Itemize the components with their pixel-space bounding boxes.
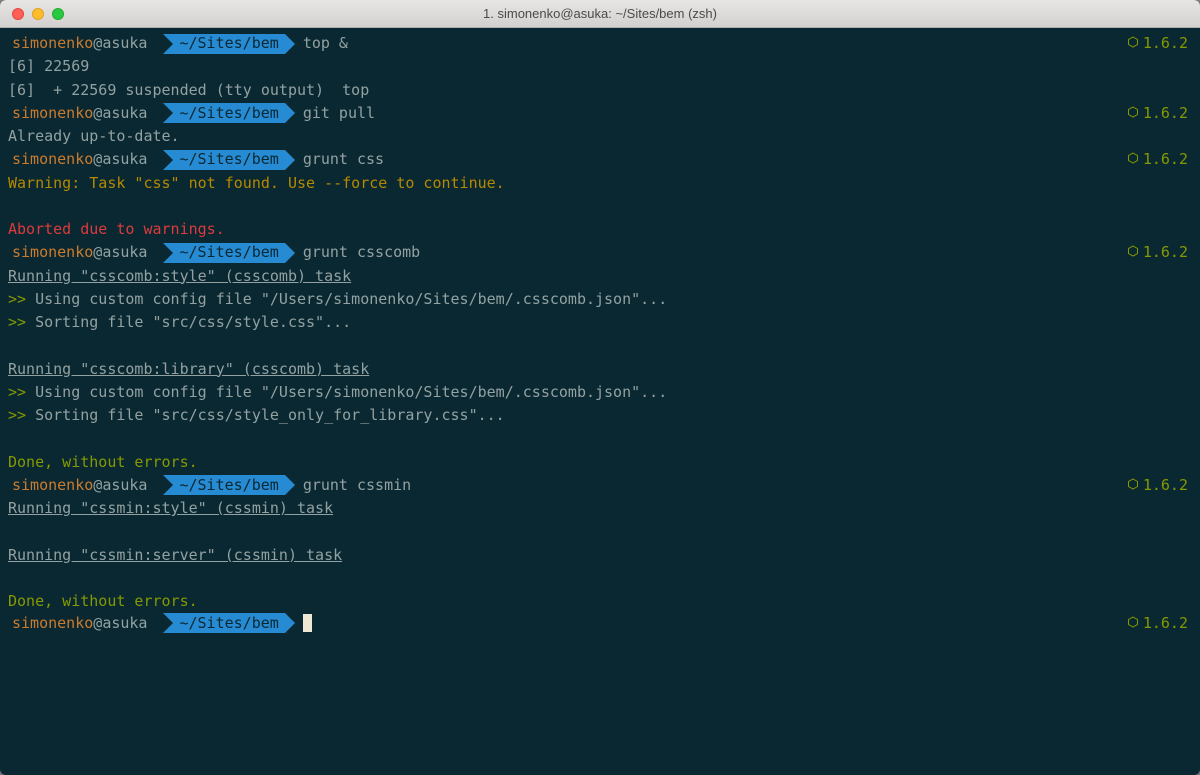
arrow-prefix: >> — [8, 290, 26, 308]
close-icon[interactable] — [12, 8, 24, 20]
output-line: Running "cssmin:server" (cssmin) task — [8, 544, 1192, 567]
prompt-line: simonenko@asuka ~/Sites/bem grunt cssmin 1.… — [8, 474, 1192, 497]
output-line: Done, without errors. — [8, 451, 1192, 474]
prompt-line: simonenko@asuka ~/Sites/bem git pull 1.6.2 — [8, 102, 1192, 125]
output-line: [6] + 22569 suspended (tty output) top — [8, 79, 1192, 102]
version-text: 1.6.2 — [1143, 148, 1188, 171]
minimize-icon[interactable] — [32, 8, 44, 20]
blank-line — [8, 334, 1192, 357]
cursor — [303, 614, 312, 632]
version-badge: 1.6.2 — [1127, 241, 1188, 264]
prompt-line: simonenko@asuka ~/Sites/bem grunt css 1.6.2 — [8, 148, 1192, 171]
output-line: >> Using custom config file "/Users/simo… — [8, 288, 1192, 311]
prompt-user-host: simonenko@asuka — [8, 613, 153, 633]
zoom-icon[interactable] — [52, 8, 64, 20]
prompt-path: ~/Sites/bem — [163, 103, 284, 123]
blank-line — [8, 427, 1192, 450]
output-line: Warning: Task "css" not found. Use --for… — [8, 172, 1192, 195]
prompt-path: ~/Sites/bem — [163, 34, 284, 54]
version-badge: 1.6.2 — [1127, 148, 1188, 171]
blank-line — [8, 520, 1192, 543]
version-text: 1.6.2 — [1143, 612, 1188, 635]
arrow-prefix: >> — [8, 383, 26, 401]
output-line: Already up-to-date. — [8, 125, 1192, 148]
command-text: grunt css — [303, 148, 384, 171]
prompt-line: simonenko@asuka ~/Sites/bem top & 1.6.2 — [8, 32, 1192, 55]
version-text: 1.6.2 — [1143, 32, 1188, 55]
blank-line — [8, 195, 1192, 218]
output-line: Running "csscomb:library" (csscomb) task — [8, 358, 1192, 381]
output-line: >> Using custom config file "/Users/simo… — [8, 381, 1192, 404]
hexagon-icon — [1127, 241, 1139, 264]
command-text: git pull — [303, 102, 375, 125]
output-line: [6] 22569 — [8, 55, 1192, 78]
version-badge: 1.6.2 — [1127, 612, 1188, 635]
hexagon-icon — [1127, 102, 1139, 125]
arrow-prefix: >> — [8, 406, 26, 424]
version-text: 1.6.2 — [1143, 474, 1188, 497]
command-text: top & — [303, 32, 348, 55]
window-title: 1. simonenko@asuka: ~/Sites/bem (zsh) — [0, 6, 1200, 21]
hexagon-icon — [1127, 32, 1139, 55]
output-line: Done, without errors. — [8, 590, 1192, 613]
version-text: 1.6.2 — [1143, 241, 1188, 264]
version-text: 1.6.2 — [1143, 102, 1188, 125]
hexagon-icon — [1127, 612, 1139, 635]
output-line: Aborted due to warnings. — [8, 218, 1192, 241]
command-text: grunt csscomb — [303, 241, 420, 264]
prompt-path: ~/Sites/bem — [163, 243, 284, 263]
prompt-line: simonenko@asuka ~/Sites/bem grunt csscomb 1… — [8, 241, 1192, 264]
output-line: Running "cssmin:style" (cssmin) task — [8, 497, 1192, 520]
blank-line — [8, 567, 1192, 590]
prompt-user-host: simonenko@asuka — [8, 475, 153, 495]
version-badge: 1.6.2 — [1127, 474, 1188, 497]
arrow-prefix: >> — [8, 313, 26, 331]
version-badge: 1.6.2 — [1127, 102, 1188, 125]
terminal-window: 1. simonenko@asuka: ~/Sites/bem (zsh) si… — [0, 0, 1200, 775]
terminal-body[interactable]: simonenko@asuka~/Sites/bemtop &1.6.2[6] … — [0, 28, 1200, 775]
command-text: grunt cssmin — [303, 474, 411, 497]
output-line: >> Sorting file "src/css/style.css"... — [8, 311, 1192, 334]
version-badge: 1.6.2 — [1127, 32, 1188, 55]
prompt-path: ~/Sites/bem — [163, 150, 284, 170]
traffic-lights — [0, 8, 64, 20]
hexagon-icon — [1127, 474, 1139, 497]
prompt-user-host: simonenko@asuka — [8, 103, 153, 123]
hexagon-icon — [1127, 148, 1139, 171]
prompt-path: ~/Sites/bem — [163, 613, 284, 633]
titlebar[interactable]: 1. simonenko@asuka: ~/Sites/bem (zsh) — [0, 0, 1200, 28]
prompt-user-host: simonenko@asuka — [8, 34, 153, 54]
prompt-path: ~/Sites/bem — [163, 475, 284, 495]
output-line: >> Sorting file "src/css/style_only_for_… — [8, 404, 1192, 427]
output-line: Running "csscomb:style" (csscomb) task — [8, 265, 1192, 288]
prompt-line: simonenko@asuka ~/Sites/bem 1.6.2 — [8, 613, 1192, 633]
prompt-user-host: simonenko@asuka — [8, 150, 153, 170]
prompt-user-host: simonenko@asuka — [8, 243, 153, 263]
